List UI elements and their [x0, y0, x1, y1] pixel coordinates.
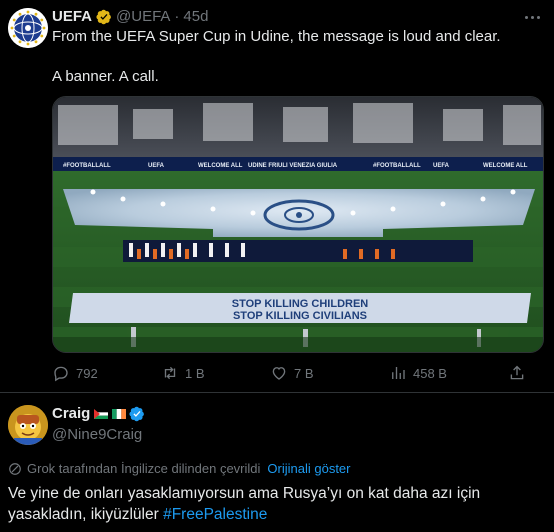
reply-header: Craig: [52, 405, 145, 422]
like-button[interactable]: 7 B: [270, 364, 314, 382]
reply-text-line-2: yasakladın, ikiyüzlüler #FreePalestine: [8, 504, 546, 525]
repost-icon: [164, 366, 176, 380]
reply-text: Ve yine de onları yasaklamıyorsun ama Ru…: [8, 483, 546, 525]
views-button[interactable]: 458 B: [389, 364, 447, 382]
views-icon: [392, 367, 405, 379]
reply-text-line-2-prefix: yasakladın, ikiyüzlüler: [8, 506, 164, 523]
uefa-logo-icon: [8, 8, 48, 48]
post-image[interactable]: #FOOTBALLALL UEFA WELCOME ALL UDINE FRIU…: [52, 96, 544, 353]
ad-board-1: #FOOTBALLALL: [63, 163, 111, 169]
repost-button[interactable]: 1 B: [161, 364, 205, 382]
reply-author-handle[interactable]: @Nine9Craig: [52, 426, 142, 443]
post-time[interactable]: 45d: [183, 8, 208, 25]
grok-icon: [9, 462, 21, 475]
ad-board-3: WELCOME ALL: [198, 163, 243, 169]
reply-count: 792: [76, 365, 98, 381]
like-count: 7 B: [294, 365, 314, 381]
post-text: From the UEFA Super Cup in Udine, the me…: [52, 27, 522, 107]
reply-author-name[interactable]: Craig: [52, 405, 90, 422]
ad-board-5: #FOOTBALLALL: [373, 163, 421, 169]
hashtag-link[interactable]: #FreePalestine: [163, 506, 267, 523]
show-original-link[interactable]: Orijinali göster: [267, 461, 350, 476]
post-text-line-2: A banner. A call.: [52, 68, 159, 85]
palestine-flag-icon: [94, 408, 109, 419]
verified-blue-badge-icon[interactable]: [129, 406, 145, 422]
reply-icon: [54, 366, 68, 382]
ad-board-7: WELCOME ALL: [483, 163, 528, 169]
ad-board-2: UEFA: [148, 163, 165, 169]
stadium-photo: #FOOTBALLALL UEFA WELCOME ALL UDINE FRIU…: [53, 97, 543, 352]
uefa-avatar[interactable]: [8, 8, 48, 48]
reply-text-line-1: Ve yine de onları yasaklamıyorsun ama Ru…: [8, 485, 481, 502]
like-icon: [272, 367, 286, 380]
share-button[interactable]: [508, 364, 526, 382]
views-count: 458 B: [413, 365, 447, 381]
banner-line-2: STOP KILLING CIVILIANS: [233, 310, 367, 322]
uefa-post[interactable]: UEFA @UEFA · 45d From the UEFA Super Cup…: [0, 0, 554, 392]
post-text-line-1: From the UEFA Super Cup in Udine, the me…: [52, 28, 501, 45]
more-icon[interactable]: [520, 8, 544, 26]
share-icon: [510, 365, 524, 380]
cartoon-avatar-icon: [8, 405, 48, 445]
craig-avatar[interactable]: [8, 405, 48, 445]
translation-note: Grok tarafından İngilizce dilinden çevri…: [8, 461, 351, 476]
repost-count: 1 B: [185, 365, 205, 381]
post-actions: 792 1 B 7 B 458 B: [52, 364, 544, 386]
reply-button[interactable]: 792: [52, 364, 98, 382]
ad-board-4: UDINE FRIULI VENEZIA GIULIA: [248, 163, 338, 169]
ireland-flag-icon: [112, 408, 127, 419]
craig-reply[interactable]: Craig @Nine9Craig Grok tarafından İngili…: [0, 393, 554, 532]
translation-text: Grok tarafından İngilizce dilinden çevri…: [27, 461, 261, 476]
banner-line-1: STOP KILLING CHILDREN: [232, 298, 369, 310]
ad-board-6: UEFA: [433, 163, 450, 169]
separator-dot: ·: [174, 8, 180, 25]
author-name[interactable]: UEFA: [52, 8, 92, 25]
author-handle[interactable]: @UEFA: [116, 8, 170, 25]
post-header: UEFA @UEFA · 45d: [52, 8, 208, 25]
verified-gold-badge-icon[interactable]: [96, 9, 112, 25]
